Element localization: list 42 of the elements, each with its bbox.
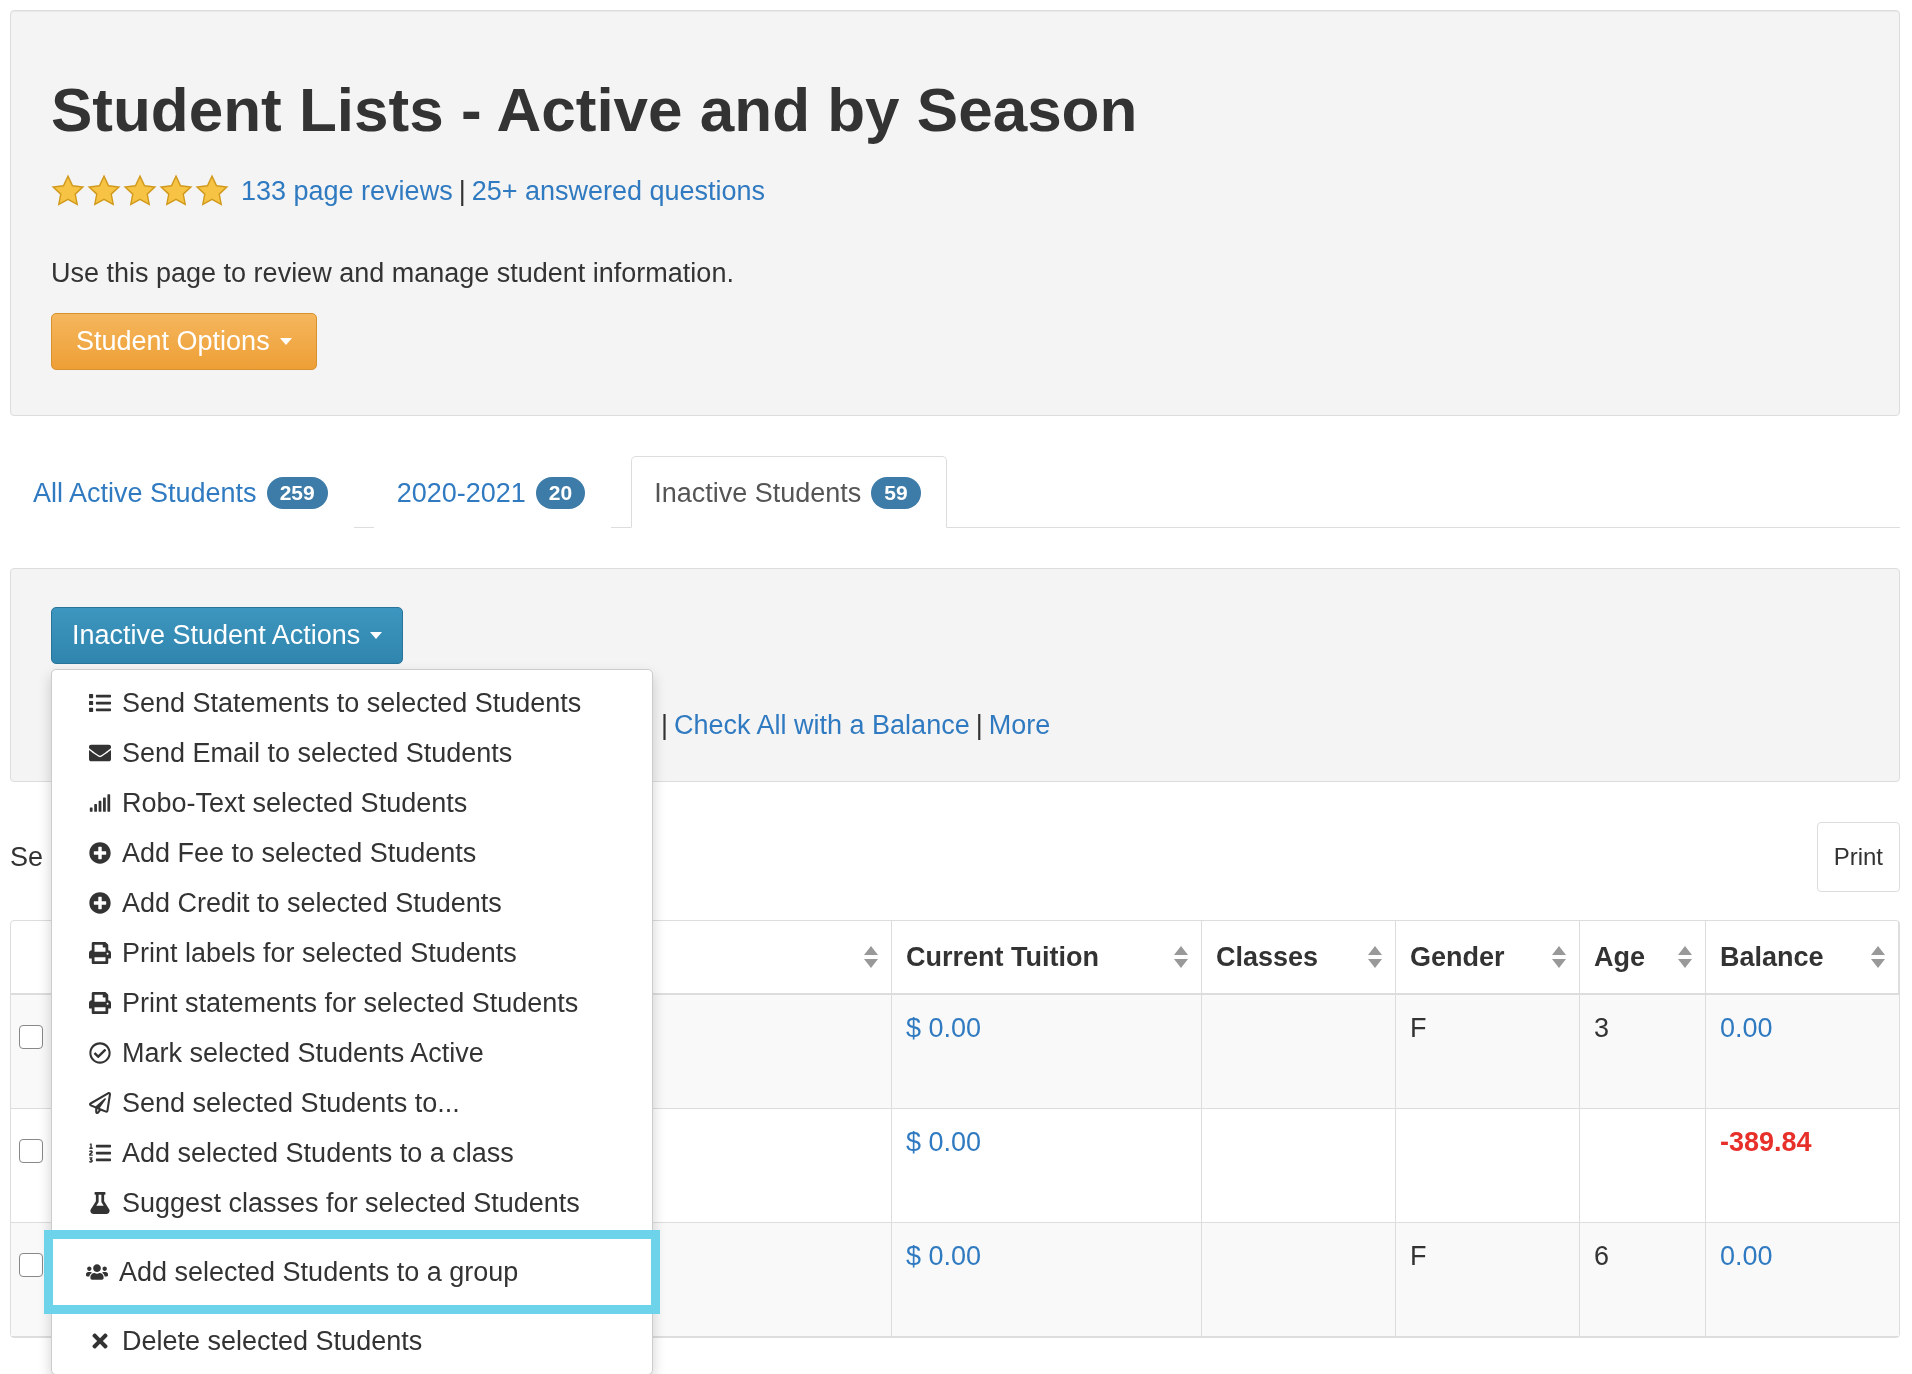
print-button[interactable]: Print bbox=[1816, 822, 1900, 893]
questions-link[interactable]: 25+ answered questions bbox=[471, 175, 766, 207]
separator: | bbox=[661, 710, 668, 742]
menu-item[interactable]: Mark selected Students Active bbox=[52, 1028, 652, 1079]
menu-item[interactable]: Add Fee to selected Students bbox=[52, 828, 652, 879]
tuition-cell[interactable]: $ 0.00 bbox=[892, 995, 1202, 1110]
menu-item[interactable]: Send selected Students to... bbox=[52, 1078, 652, 1129]
count-badge: 259 bbox=[266, 477, 328, 510]
table-cell: 6 bbox=[1580, 1223, 1706, 1338]
balance-link[interactable]: Check All with a Balance bbox=[674, 710, 970, 742]
reviews-link[interactable]: 133 page reviews bbox=[241, 175, 453, 207]
separator: | bbox=[975, 710, 983, 742]
separator: | bbox=[458, 175, 466, 207]
table-cell: 3 bbox=[1580, 995, 1706, 1110]
menu-item[interactable]: Print labels for selected Students bbox=[52, 928, 652, 979]
balance-cell[interactable]: 0.00 bbox=[1706, 1223, 1899, 1338]
menu-item[interactable]: Send Statements to selected Students bbox=[52, 678, 652, 729]
table-cell: F bbox=[1396, 1223, 1580, 1338]
count-badge: 20 bbox=[535, 477, 586, 510]
count-badge: 59 bbox=[871, 477, 921, 510]
balance-link[interactable]: More bbox=[988, 710, 1051, 742]
menu-item[interactable]: Send Email to selected Students bbox=[52, 728, 652, 779]
column-label[interactable]: Current Tuition bbox=[906, 941, 1099, 973]
search-label: Se bbox=[10, 841, 44, 873]
balance-cell[interactable]: 0.00 bbox=[1706, 995, 1899, 1110]
page-description: Use this page to review and manage student information. bbox=[51, 258, 734, 290]
column-label[interactable]: Balance bbox=[1720, 941, 1824, 973]
column-label[interactable]: Classes bbox=[1216, 941, 1319, 973]
page-title: Student Lists - Active and by Season bbox=[51, 76, 1138, 145]
menu-item[interactable]: Robo-Text selected Students bbox=[52, 778, 652, 829]
column-label[interactable]: Gender bbox=[1410, 941, 1505, 973]
menu-item[interactable]: Add Credit to selected Students bbox=[52, 878, 652, 929]
menu-item[interactable]: Suggest classes for selected Students bbox=[52, 1178, 652, 1229]
menu-item[interactable]: Print statements for selected Students bbox=[52, 978, 652, 1029]
tuition-cell[interactable]: $ 0.00 bbox=[892, 1223, 1202, 1338]
table-cell: F bbox=[1396, 995, 1580, 1110]
menu-item[interactable]: Add selected Students to a group bbox=[44, 1230, 660, 1315]
menu-item[interactable]: Delete selected Students bbox=[52, 1316, 652, 1367]
menu-item[interactable]: Add selected Students to a class bbox=[52, 1128, 652, 1179]
column-label[interactable]: Age bbox=[1594, 941, 1645, 973]
tab[interactable]: Inactive Students 59 bbox=[631, 456, 947, 529]
tuition-cell[interactable]: $ 0.00 bbox=[892, 1109, 1202, 1224]
